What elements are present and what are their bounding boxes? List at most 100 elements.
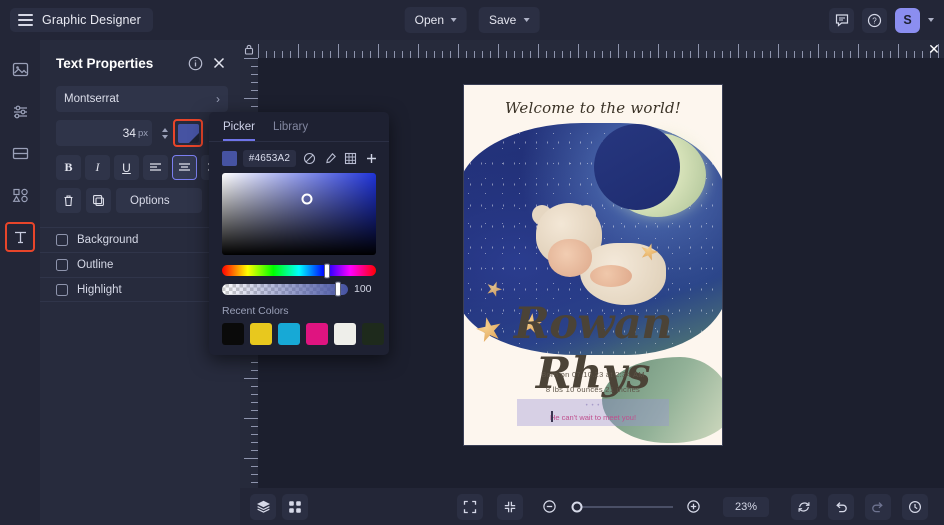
recent-color-swatch[interactable]: [334, 323, 356, 345]
hex-input[interactable]: #4653A2: [242, 150, 297, 167]
sync-icon[interactable]: [791, 493, 817, 520]
chevron-right-icon: ›: [216, 92, 220, 106]
sidebar-item-shapes[interactable]: [5, 180, 35, 210]
selected-text-content: He can't wait to meet you!: [549, 413, 637, 422]
tab-library[interactable]: Library: [273, 121, 308, 141]
panel-header: Text Properties: [40, 40, 240, 82]
recent-color-swatch[interactable]: [362, 323, 384, 345]
card-born-text[interactable]: Born on 07.10.23 at 2:34 AM: [464, 370, 722, 379]
options-button[interactable]: Options: [116, 188, 202, 213]
hamburger-icon[interactable]: [18, 14, 33, 26]
font-family-selector[interactable]: Montserrat ›: [56, 86, 228, 112]
redo-icon[interactable]: [865, 493, 891, 520]
duplicate-icon[interactable]: [86, 188, 111, 213]
stepper-down-icon[interactable]: [162, 134, 168, 139]
avatar[interactable]: S: [895, 7, 920, 33]
align-center-button[interactable]: [172, 155, 197, 180]
alpha-row: 100: [222, 281, 376, 297]
italic-button[interactable]: I: [85, 155, 110, 180]
grid-icon[interactable]: [282, 493, 308, 520]
recent-colors-row: [222, 323, 389, 345]
fill-color-swatch: [177, 123, 199, 143]
zoom-controls: 23%: [456, 493, 934, 520]
design-canvas-card[interactable]: Welcome to the world! Rowan Rhys Born on…: [464, 85, 722, 445]
collapse-icon[interactable]: [496, 493, 523, 520]
hex-row: #4653A2: [209, 142, 389, 173]
chevron-down-icon: [523, 18, 530, 22]
palette-grid-icon[interactable]: [344, 151, 359, 166]
recent-color-swatch[interactable]: [250, 323, 272, 345]
sidebar-item-text[interactable]: [5, 222, 35, 252]
add-color-icon[interactable]: [364, 151, 379, 166]
font-size-stepper[interactable]: [162, 127, 168, 139]
history-icon[interactable]: [902, 493, 928, 520]
zoom-slider[interactable]: [571, 501, 673, 512]
hue-slider-handle[interactable]: [323, 263, 330, 278]
layers-icon[interactable]: [250, 493, 276, 520]
sv-handle[interactable]: [301, 193, 313, 205]
account-actions: ? S: [829, 7, 934, 33]
horizontal-ruler[interactable]: [258, 40, 944, 58]
recent-color-swatch[interactable]: [222, 323, 244, 345]
save-button[interactable]: Save: [479, 7, 540, 33]
font-size-unit: px: [137, 127, 148, 139]
app-root: Graphic Designer Open Save ? S Text Prop…: [0, 0, 944, 525]
eyedropper-icon[interactable]: [323, 151, 338, 166]
hue-slider[interactable]: [222, 263, 376, 278]
outline-label: Outline: [77, 259, 114, 271]
zoom-slider-handle[interactable]: [571, 501, 583, 512]
fit-screen-icon[interactable]: [456, 493, 483, 520]
lock-icon[interactable]: [240, 40, 258, 58]
file-actions: Open Save: [404, 7, 540, 33]
zoom-in-icon[interactable]: [681, 494, 707, 520]
underline-button[interactable]: U: [114, 155, 139, 180]
recent-colors-label: Recent Colors: [222, 305, 289, 317]
info-icon[interactable]: [186, 54, 204, 72]
chevron-down-icon[interactable]: [928, 18, 934, 22]
page-title: Text Properties: [56, 55, 154, 71]
svg-text:?: ?: [872, 16, 877, 25]
sidebar-item-layout[interactable]: [5, 138, 35, 168]
sidebar-item-image[interactable]: [5, 54, 35, 84]
help-icon[interactable]: ?: [862, 7, 887, 33]
selected-text-element[interactable]: • • • He can't wait to meet you!: [517, 399, 669, 426]
recent-color-swatch[interactable]: [278, 323, 300, 345]
baby-photo: [526, 203, 668, 311]
close-icon[interactable]: ✕: [926, 40, 942, 58]
align-left-button[interactable]: [143, 155, 168, 180]
history-actions: [791, 493, 934, 520]
bottom-bar: 23%: [240, 488, 944, 525]
background-checkbox[interactable]: [56, 234, 68, 246]
card-stats-text[interactable]: 8 lbs 10 ounces 21 inches: [464, 385, 722, 394]
comment-icon[interactable]: [829, 7, 854, 33]
card-title-text[interactable]: Welcome to the world!: [464, 99, 722, 117]
bold-button[interactable]: B: [56, 155, 81, 180]
color-picker-tabs: Picker Library: [209, 112, 389, 141]
zoom-level-value[interactable]: 23%: [722, 496, 769, 517]
highlight-checkbox[interactable]: [56, 283, 68, 296]
no-color-icon[interactable]: [302, 151, 317, 166]
app-title: Graphic Designer: [42, 13, 141, 27]
saturation-value-area[interactable]: [222, 173, 376, 255]
tab-picker[interactable]: Picker: [223, 121, 255, 141]
sidebar-item-adjust[interactable]: [5, 96, 35, 126]
app-menu-button[interactable]: Graphic Designer: [10, 8, 153, 32]
font-size-input[interactable]: 34 px: [56, 120, 152, 146]
tool-rail: [0, 40, 40, 525]
alpha-slider[interactable]: [222, 281, 348, 297]
close-icon[interactable]: [210, 54, 228, 72]
background-label: Background: [77, 234, 139, 246]
card-name-text[interactable]: Rowan Rhys: [464, 299, 722, 399]
recent-color-swatch[interactable]: [306, 323, 328, 345]
fill-color-button[interactable]: [173, 119, 203, 147]
outline-checkbox[interactable]: [56, 259, 68, 271]
trash-icon[interactable]: [56, 188, 81, 213]
baby-arm: [590, 265, 632, 287]
color-picker-popover[interactable]: Picker Library #4653A2 100 Recent Colors: [209, 112, 389, 355]
open-button[interactable]: Open: [404, 7, 467, 33]
alpha-slider-handle[interactable]: [334, 281, 341, 297]
undo-icon[interactable]: [828, 493, 854, 520]
stepper-up-icon[interactable]: [162, 127, 168, 132]
zoom-out-icon[interactable]: [537, 494, 563, 520]
baby-face: [548, 239, 592, 277]
